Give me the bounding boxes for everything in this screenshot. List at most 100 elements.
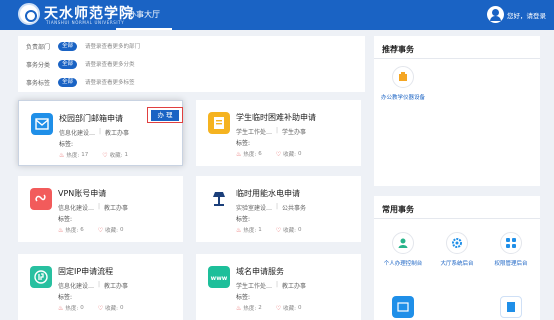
ip-icon [30,266,52,288]
heat-label: 热度: [243,228,257,234]
card-title: 域名申请服务 [236,267,284,276]
card-tag-label: 标签: [58,294,73,301]
filter-label: 事务分类 [26,61,51,69]
heat-icon: ♨ [236,304,242,312]
divider [374,58,540,59]
favorite-icon: ♡ [97,304,104,312]
favorite-count: 0 [298,227,302,233]
card-tag-label: 标签: [59,141,74,148]
common-item[interactable] [378,296,428,318]
card-title: 校园部门邮箱申请 [59,114,123,123]
heat-count: 1 [258,227,262,233]
top-header: 天水师范学院 TIANSHUI NORMAL UNIVERSITY 办事大厅 您… [0,0,554,30]
favorite-icon: ♡ [275,304,282,312]
recommended-item[interactable]: 办公教学仪器设备 [378,66,428,101]
mail-icon [392,296,414,318]
favorite-icon: ♡ [97,226,104,234]
card-department: 信息化建设… [58,283,95,290]
card-department: 实验室建设… [236,205,273,212]
heat-icon: ♨ [59,151,65,159]
filter-row-tag: 事务标签 全部 请登录查看更多标签 [26,76,135,88]
recommended-item-label: 办公教学仪器设备 [380,95,425,101]
card-department: 学生工作处… [236,283,273,290]
heat-label: 热度: [243,306,257,312]
card-tag-label: 标签: [58,216,73,223]
service-card[interactable]: VPN账号申请 信息化建设… | 教工办事 标签: ♨ 热度: 6 ♡ 收藏: 0 [18,176,183,242]
heat-count: 17 [81,152,89,158]
card-category: 学生办事 [282,129,307,136]
common-title: 常用事务 [382,205,414,214]
handle-button[interactable]: 办 理 [147,107,183,123]
card-category: 教工办事 [282,283,307,290]
service-card[interactable]: 学生临时困难补助申请 学生工作处… | 学生办事 标签: ♨ 热度: 6 ♡ 收藏: 0 [196,100,361,166]
filter-hint: 请登录查看更多分类 [85,62,135,68]
user-console-icon [392,232,414,254]
favorite-label: 收藏: [283,306,296,312]
favorite-count: 0 [298,151,302,157]
common-item-label: 个人办理控制台 [383,261,423,267]
lamp-icon [208,188,230,210]
card-category: 教工办事 [104,205,129,212]
divider [374,218,540,219]
heat-icon: ♨ [58,304,64,312]
service-card[interactable]: www 域名申请服务 学生工作处… | 教工办事 标签: ♨ 热度: 2 ♡ 收藏: 0 [196,254,361,320]
equipment-icon [392,66,414,88]
filter-hint: 请登录查看更多的部门 [85,44,141,50]
service-card[interactable]: 校园部门邮箱申请 信息化建设… | 教工办事 标签: ♨ 热度: 17 ♡ 收藏: 1 … [18,100,183,166]
logo-english-name: TIANSHUI NORMAL UNIVERSITY [46,20,125,25]
common-item[interactable]: 个人办理控制台 [378,232,428,267]
service-card[interactable]: 固定IP申请流程 信息化建设… | 教工办事 标签: ♨ 热度: 0 ♡ 收藏: 0 [18,254,183,320]
favorite-label: 收藏: [105,306,118,312]
card-title: VPN账号申请 [58,189,107,198]
favorite-count: 1 [124,152,129,158]
login-text: 您好，请登录 [507,11,546,20]
filter-row-department: 负责部门 全部 请登录查看更多的部门 [26,40,140,52]
card-category: 教工办事 [104,283,129,290]
favorite-icon: ♡ [275,226,282,234]
favorite-icon: ♡ [275,150,282,158]
favorite-icon: ♡ [102,151,108,159]
gear-icon [446,232,468,254]
filter-chip-all[interactable]: 全部 [58,59,78,69]
favorite-count: 0 [120,227,124,233]
filter-chip-all[interactable]: 全部 [58,77,78,87]
heat-icon: ♨ [236,150,242,158]
common-panel: 常用事务 个人办理控制台 大厅系统后台 权限管理后台 [374,196,540,320]
heat-count: 6 [258,151,262,157]
handle-button-label: 办 理 [151,109,179,121]
user-avatar-icon [487,6,504,23]
heat-label: 热度: [65,306,79,312]
card-tag-label: 标签: [236,140,251,147]
heat-icon: ♨ [58,226,64,234]
heat-label: 热度: [66,153,80,159]
heat-label: 热度: [65,228,79,234]
grid-icon [500,232,522,254]
heat-label: 热度: [243,152,257,158]
common-item[interactable]: 权限管理后台 [486,232,536,267]
card-tag-label: 标签: [236,294,251,301]
card-tag-label: 标签: [236,216,251,223]
favorite-count: 0 [298,305,302,311]
card-category: 公共事务 [282,205,307,212]
filter-row-category: 事务分类 全部 请登录查看更多分类 [26,58,135,70]
card-title: 学生临时困难补助申请 [236,113,316,122]
card-category: 教工办事 [105,130,130,137]
card-department: 学生工作处… [236,129,273,136]
recommended-panel: 推荐事务 办公教学仪器设备 [374,36,540,186]
recommended-title: 推荐事务 [382,45,414,54]
favorite-label: 收藏: [283,228,296,234]
service-card[interactable]: 临时用能水电申请 实验室建设… | 公共事务 标签: ♨ 热度: 1 ♡ 收藏: 0 [196,176,361,242]
card-title: 临时用能水电申请 [236,189,300,198]
filter-label: 事务标签 [26,79,51,87]
favorite-label: 收藏: [109,153,123,159]
favorite-label: 收藏: [105,228,118,234]
heat-count: 0 [80,305,84,311]
filter-chip-all[interactable]: 全部 [58,41,78,51]
common-item[interactable]: 大厅系统后台 [432,232,482,267]
common-item-label: 大厅系统后台 [440,261,474,267]
tab-service-hall[interactable]: 办事大厅 [116,0,172,30]
login-button[interactable]: 您好，请登录 [487,5,546,24]
www-icon: www [208,266,230,288]
common-item[interactable] [486,296,536,318]
mail-icon [31,113,53,135]
